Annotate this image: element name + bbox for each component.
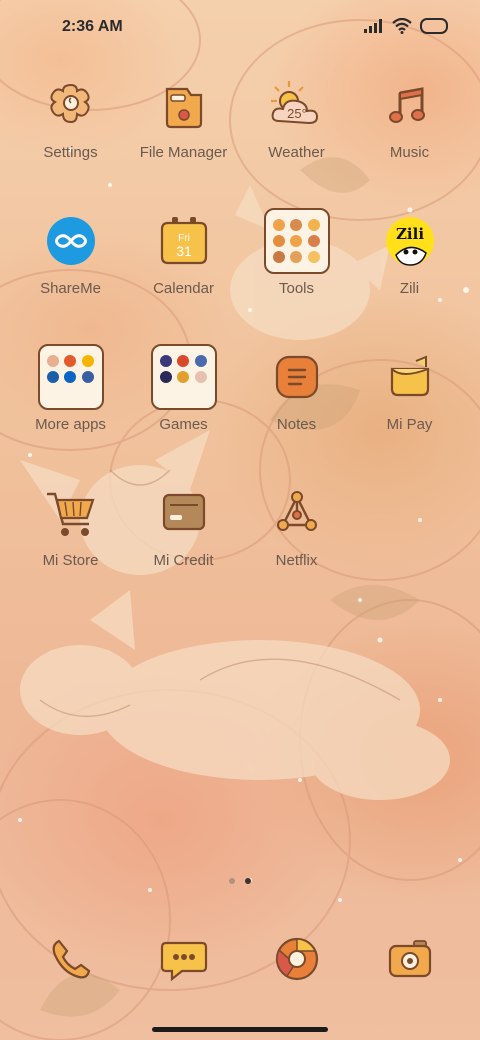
- status-icons: [364, 18, 450, 34]
- wifi-icon: [392, 18, 412, 34]
- gear-icon: [38, 72, 104, 138]
- infinity-icon: [38, 208, 104, 274]
- app-mi-credit[interactable]: Mi Credit: [127, 480, 240, 569]
- wallet-icon: [377, 344, 443, 410]
- app-label: Music: [389, 144, 430, 161]
- app-calendar[interactable]: Fri 31 Calendar: [127, 208, 240, 297]
- app-weather[interactable]: 25° Weather: [240, 72, 353, 161]
- app-label: Weather: [268, 144, 325, 161]
- app-label: File Manager: [139, 144, 228, 161]
- weather-temp: 25°: [287, 106, 307, 121]
- app-netflix[interactable]: Netflix: [240, 480, 353, 569]
- chat-bubble-icon: [151, 926, 217, 992]
- app-shareme[interactable]: ShareMe: [14, 208, 127, 297]
- folder-icon: [263, 208, 330, 274]
- cart-icon: [38, 480, 104, 546]
- app-settings[interactable]: Settings: [14, 72, 127, 161]
- weather-icon: 25°: [264, 72, 330, 138]
- browser-icon: [264, 926, 330, 992]
- calendar-icon: Fri 31: [151, 208, 217, 274]
- notes-icon: [264, 344, 330, 410]
- app-label: Mi Store: [42, 552, 99, 569]
- app-label: More apps: [35, 416, 106, 433]
- app-mi-store[interactable]: Mi Store: [14, 480, 127, 569]
- card-icon: [151, 480, 217, 546]
- app-zili[interactable]: Zili Zili: [353, 208, 466, 297]
- dock-phone[interactable]: [14, 926, 127, 992]
- dock-browser[interactable]: [240, 926, 353, 992]
- home-indicator[interactable]: [152, 1027, 328, 1032]
- app-label: Notes: [276, 416, 317, 433]
- app-label: Zili: [399, 280, 420, 297]
- phone-icon: [38, 926, 104, 992]
- share-nodes-icon: [264, 480, 330, 546]
- app-file-manager[interactable]: File Manager: [127, 72, 240, 161]
- app-label: Settings: [43, 144, 98, 161]
- dock-messages[interactable]: [127, 926, 240, 992]
- zili-logo-text: Zili: [395, 225, 423, 243]
- folder-more-apps[interactable]: More apps: [14, 344, 127, 433]
- status-bar: 2:36 AM: [0, 0, 480, 56]
- dock: [14, 926, 466, 992]
- app-label: Netflix: [275, 552, 318, 569]
- app-notes[interactable]: Notes: [240, 344, 353, 433]
- app-label: Calendar: [153, 280, 214, 297]
- music-note-icon: [377, 72, 443, 138]
- app-music[interactable]: Music: [353, 72, 466, 161]
- folder-icon: [150, 344, 217, 410]
- page-dot-2[interactable]: [245, 878, 251, 884]
- calendar-day-num: 31: [176, 243, 192, 259]
- camera-icon: [377, 926, 443, 992]
- app-mi-pay[interactable]: Mi Pay: [353, 344, 466, 433]
- battery-icon: [420, 18, 448, 34]
- app-label: Tools: [278, 280, 315, 297]
- dock-camera[interactable]: [353, 926, 466, 992]
- signal-icon: [364, 19, 382, 33]
- app-label: Mi Credit: [153, 552, 214, 569]
- folder-icon: [37, 344, 104, 410]
- app-label: Games: [159, 416, 208, 433]
- status-time: 2:36 AM: [62, 18, 123, 35]
- folder-tools[interactable]: Tools: [240, 208, 353, 297]
- zili-icon: Zili: [377, 208, 443, 274]
- app-label: Mi Pay: [386, 416, 433, 433]
- page-dot-1[interactable]: [229, 878, 235, 884]
- folder-games[interactable]: Games: [127, 344, 240, 433]
- app-label: ShareMe: [40, 280, 101, 297]
- folder-box-icon: [151, 72, 217, 138]
- page-indicator[interactable]: [0, 878, 480, 884]
